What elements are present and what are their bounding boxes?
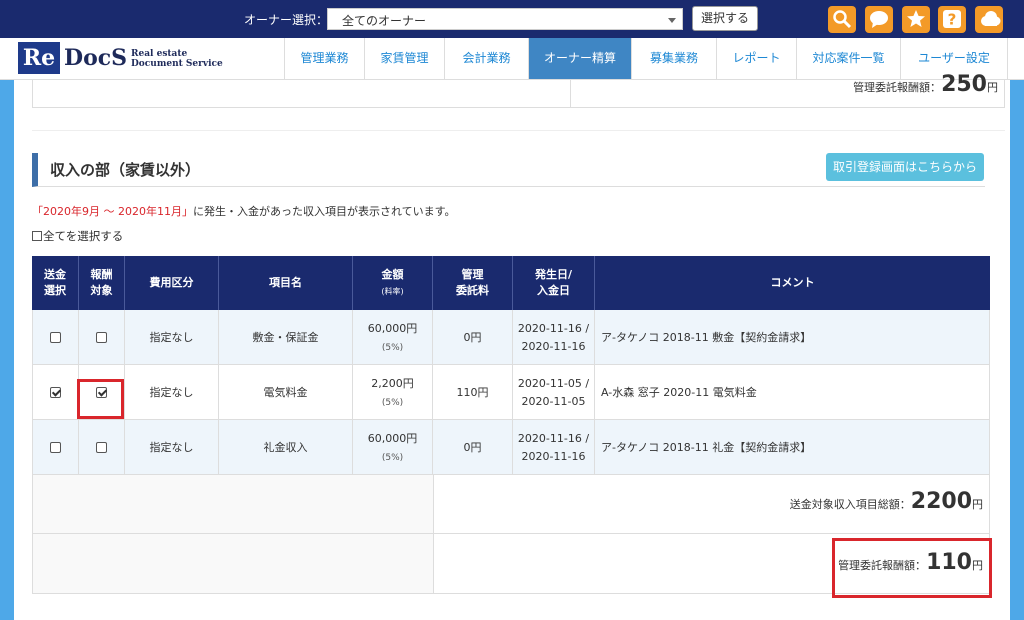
transaction-register-button[interactable]: 取引登録画面はこちらから [826, 153, 984, 181]
fee-target-checkbox[interactable] [96, 332, 107, 343]
total-summary-row: 送金対象収入項目総額：2200円 [32, 475, 990, 534]
header-mgmt-fee: 管理 委託料 [433, 256, 513, 310]
highlight-box [832, 538, 992, 598]
svg-text:?: ? [948, 11, 957, 29]
amount-cell: 60,000円 (5%) [353, 420, 433, 475]
amount-cell: 2,200円 (5%) [353, 365, 433, 420]
category-cell: 指定なし [125, 365, 219, 420]
select-all-checkbox[interactable]: 全てを選択する [32, 228, 123, 244]
date-cell: 2020-11-16 /2020-11-16 [513, 310, 595, 365]
star-icon[interactable] [902, 6, 930, 33]
period-note: 「2020年9月 ～ 2020年11月」に発生・入金があった収入項目が表示されて… [32, 205, 456, 218]
chevron-down-icon [668, 18, 676, 23]
divider [32, 130, 1005, 131]
logo-subtitle: Real estate Document Service [131, 49, 223, 69]
nav-kanri[interactable]: 管理業務 [284, 38, 364, 79]
comment-cell: ア-タケノコ 2018-11 礼金【契約金請求】 [595, 420, 990, 475]
send-checkbox[interactable] [50, 387, 61, 398]
header-fee-target: 報酬 対象 [79, 256, 125, 310]
send-checkbox[interactable] [50, 332, 61, 343]
help-icon[interactable]: ? [938, 6, 966, 33]
nav-boshu[interactable]: 募集業務 [631, 38, 716, 79]
previous-summary-box: 管理委託報酬額：250円 [32, 72, 1005, 108]
fee-cell: 110円 [433, 365, 513, 420]
main-content: 管理委託報酬額：250円 収入の部（家賃以外） 取引登録画面はこちらから 「20… [14, 72, 1010, 620]
header-amount: 金額 (料率) [353, 256, 433, 310]
comment-cell: A-水森 窓子 2020-11 電気料金 [595, 365, 990, 420]
owner-select-value: 全てのオーナー [342, 14, 427, 28]
category-cell: 指定なし [125, 310, 219, 365]
chat-icon[interactable] [865, 6, 893, 33]
highlight-box [77, 379, 124, 419]
logo-re: Re [18, 42, 60, 74]
header-item: 項目名 [219, 256, 353, 310]
nav-yachin[interactable]: 家賃管理 [364, 38, 444, 79]
header-category: 費用区分 [125, 256, 219, 310]
category-cell: 指定なし [125, 420, 219, 475]
cloud-icon[interactable] [975, 6, 1003, 33]
header-date: 発生日/入金日 [513, 256, 595, 310]
send-checkbox[interactable] [50, 442, 61, 453]
item-cell: 礼金収入 [219, 420, 353, 475]
total-amount: 送金対象収入項目総額：2200円 [789, 489, 983, 514]
header-send: 送金 選択 [32, 256, 79, 310]
checkbox-icon[interactable] [32, 231, 42, 241]
previous-fee: 管理委託報酬額：250円 [853, 72, 998, 97]
select-owner-button[interactable]: 選択する [692, 6, 758, 31]
item-cell: 電気料金 [219, 365, 353, 420]
header-comment: コメント [595, 256, 990, 310]
nav-kaikei[interactable]: 会計業務 [444, 38, 528, 79]
fee-cell: 0円 [433, 420, 513, 475]
owner-select-label: オーナー選択： [244, 13, 329, 27]
search-icon[interactable] [828, 6, 856, 33]
item-cell: 敷金・保証金 [219, 310, 353, 365]
nav-report[interactable]: レポート [716, 38, 796, 79]
fee-target-checkbox[interactable] [96, 442, 107, 453]
comment-cell: ア-タケノコ 2018-11 敷金【契約金請求】 [595, 310, 990, 365]
top-bar: オーナー選択： 全てのオーナー 選択する ? [0, 0, 1024, 38]
date-cell: 2020-11-16 /2020-11-16 [513, 420, 595, 475]
logo-docs: DocS [64, 45, 128, 71]
period-highlight: 「2020年9月 ～ 2020年11月」 [32, 205, 193, 218]
fee-cell: 0円 [433, 310, 513, 365]
nav-owner-seisan[interactable]: オーナー精算 [528, 38, 631, 79]
owner-select[interactable]: 全てのオーナー [327, 8, 683, 30]
amount-cell: 60,000円 (5%) [353, 310, 433, 365]
date-cell: 2020-11-05 /2020-11-05 [513, 365, 595, 420]
